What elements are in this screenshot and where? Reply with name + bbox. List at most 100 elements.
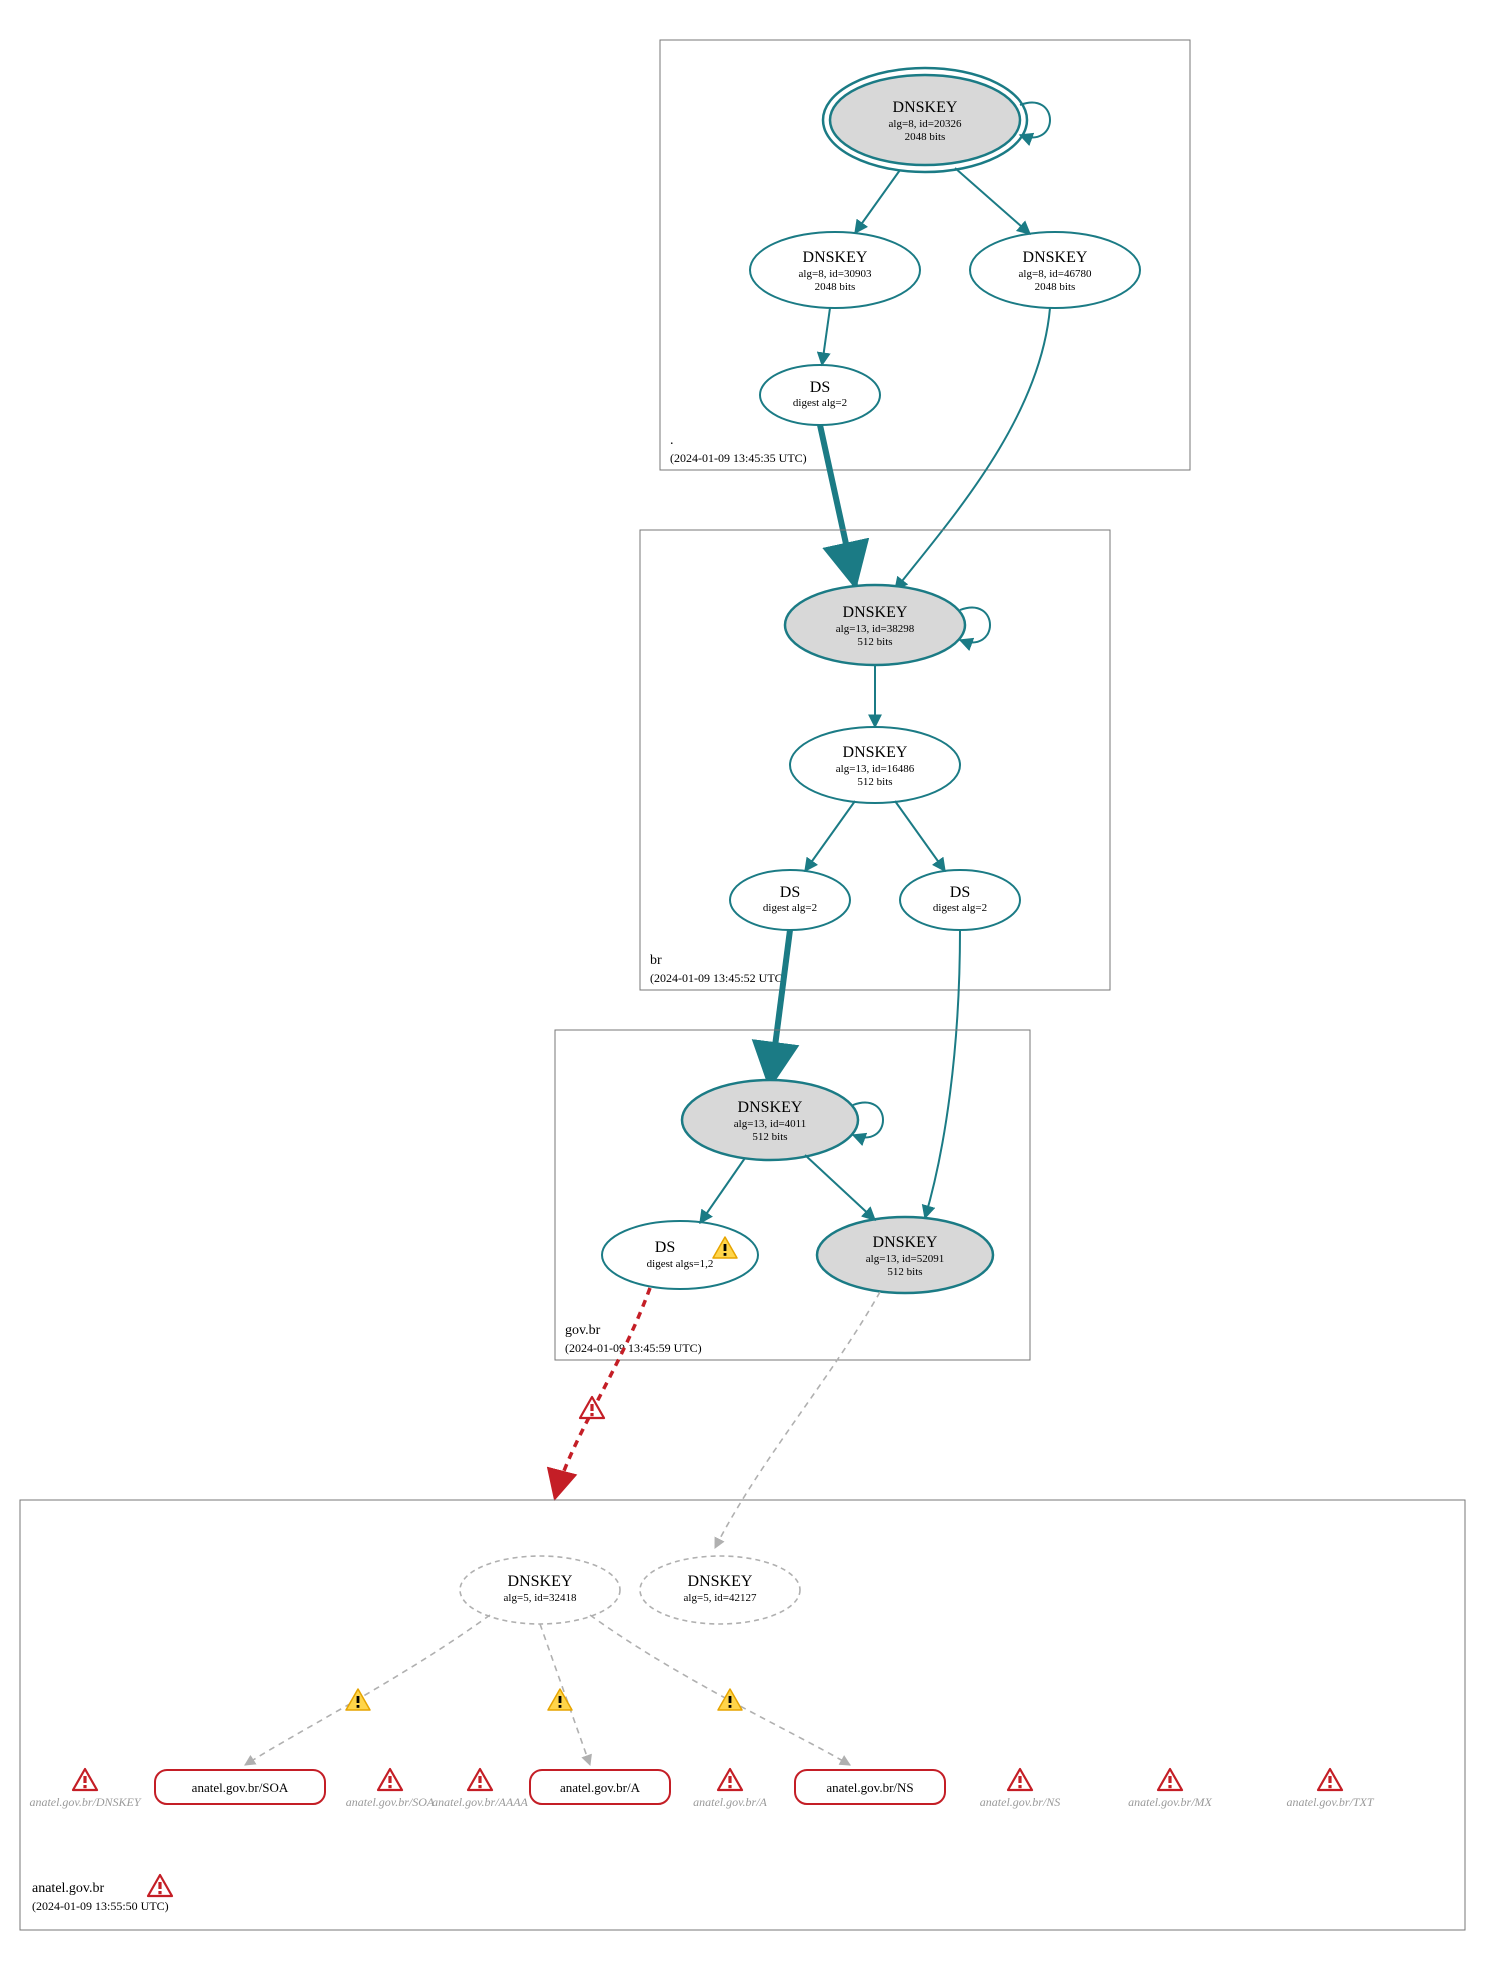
edge-zsk1-ds [822, 308, 830, 365]
zone-govbr: gov.br (2024-01-09 13:45:59 UTC) DNSKEY … [555, 1030, 1030, 1360]
svg-text:anatel.gov.br/DNSKEY: anatel.gov.br/DNSKEY [29, 1795, 141, 1809]
ghost-dnskey: anatel.gov.br/DNSKEY [29, 1769, 141, 1809]
svg-text:anatel.gov.br/SOA: anatel.gov.br/SOA [192, 1780, 289, 1795]
error-icon [468, 1769, 492, 1790]
svg-text:anatel.gov.br/MX: anatel.gov.br/MX [1128, 1795, 1212, 1809]
node-root-ds: DS digest alg=2 [760, 365, 880, 425]
edge-govkey2-anatelkey2 [715, 1292, 880, 1548]
svg-text:512 bits: 512 bits [752, 1131, 787, 1143]
svg-text:anatel.gov.br/AAAA: anatel.gov.br/AAAA [432, 1795, 528, 1809]
node-govbr-ds: DS digest algs=1,2 [602, 1221, 758, 1289]
error-icon [718, 1769, 742, 1790]
svg-text:alg=13, id=38298: alg=13, id=38298 [836, 623, 915, 635]
dnssec-graph: . (2024-01-09 13:45:35 UTC) DNSKEY alg=8… [0, 0, 1485, 1988]
edge-key1-ns [590, 1615, 850, 1765]
ghost-aaaa: anatel.gov.br/AAAA [432, 1769, 528, 1809]
svg-text:alg=8, id=46780: alg=8, id=46780 [1019, 268, 1092, 280]
error-icon [1008, 1769, 1032, 1790]
zone-br-name: br [650, 953, 662, 968]
node-govbr-key2: DNSKEY alg=13, id=52091 512 bits [817, 1217, 993, 1293]
svg-text:anatel.gov.br/A: anatel.gov.br/A [693, 1795, 767, 1809]
warning-icon [346, 1689, 370, 1710]
edge-key1-a [540, 1624, 590, 1765]
svg-text:512 bits: 512 bits [857, 776, 892, 788]
zone-root-name: . [670, 433, 674, 448]
node-br-ds1: DS digest alg=2 [730, 870, 850, 930]
edge-brzsk-ds2 [895, 801, 945, 871]
zone-anatel: anatel.gov.br (2024-01-09 13:55:50 UTC) … [20, 1500, 1465, 1930]
error-icon [580, 1397, 604, 1418]
svg-text:digest algs=1,2: digest algs=1,2 [647, 1258, 714, 1270]
svg-text:alg=13, id=16486: alg=13, id=16486 [836, 763, 915, 775]
zone-br-ts: (2024-01-09 13:45:52 UTC) [650, 971, 787, 985]
svg-text:DNSKEY: DNSKEY [508, 1573, 573, 1590]
edge-brds1-govksk [770, 930, 790, 1085]
error-icon [73, 1769, 97, 1790]
leaf-a: anatel.gov.br/A [530, 1770, 670, 1804]
svg-text:DNSKEY: DNSKEY [1023, 249, 1088, 266]
node-root-ksk: DNSKEY alg=8, id=20326 2048 bits [823, 68, 1027, 172]
edge-govksk-ds [700, 1158, 745, 1223]
zone-anatel-name: anatel.gov.br [32, 1881, 105, 1896]
svg-text:512 bits: 512 bits [857, 636, 892, 648]
node-br-ksk: DNSKEY alg=13, id=38298 512 bits [785, 585, 965, 665]
svg-text:DNSKEY: DNSKEY [843, 604, 908, 621]
svg-text:DNSKEY: DNSKEY [873, 1234, 938, 1251]
zone-govbr-ts: (2024-01-09 13:45:59 UTC) [565, 1341, 702, 1355]
node-br-ds2: DS digest alg=2 [900, 870, 1020, 930]
node-anatel-key1: DNSKEY alg=5, id=32418 [460, 1556, 620, 1624]
svg-text:alg=5, id=32418: alg=5, id=32418 [504, 1592, 577, 1604]
ghost-soa: anatel.gov.br/SOA [346, 1769, 435, 1809]
svg-text:2048 bits: 2048 bits [905, 131, 946, 143]
ghost-mx: anatel.gov.br/MX [1128, 1769, 1212, 1809]
svg-text:DNSKEY: DNSKEY [803, 249, 868, 266]
ghost-a: anatel.gov.br/A [693, 1769, 767, 1809]
error-icon [378, 1769, 402, 1790]
svg-text:anatel.gov.br/NS: anatel.gov.br/NS [826, 1780, 913, 1795]
edge-zsk2-brksk [895, 308, 1050, 590]
svg-text:DNSKEY: DNSKEY [893, 99, 958, 116]
leaf-soa: anatel.gov.br/SOA [155, 1770, 325, 1804]
svg-text:digest alg=2: digest alg=2 [793, 397, 847, 409]
svg-text:anatel.gov.br/TXT: anatel.gov.br/TXT [1286, 1795, 1374, 1809]
edge-govds-anatelkey1 [555, 1288, 650, 1498]
zone-br: br (2024-01-09 13:45:52 UTC) DNSKEY alg=… [640, 530, 1110, 990]
svg-text:anatel.gov.br/A: anatel.gov.br/A [560, 1780, 641, 1795]
node-govbr-ksk: DNSKEY alg=13, id=4011 512 bits [682, 1080, 858, 1160]
svg-text:alg=5, id=42127: alg=5, id=42127 [684, 1592, 757, 1604]
edge-brds2-govkey2 [925, 930, 960, 1218]
svg-text:anatel.gov.br/SOA: anatel.gov.br/SOA [346, 1795, 435, 1809]
error-icon [148, 1875, 172, 1896]
zone-root: . (2024-01-09 13:45:35 UTC) DNSKEY alg=8… [660, 40, 1190, 470]
edge-rootksk-zsk1 [855, 170, 900, 233]
node-anatel-key2: DNSKEY alg=5, id=42127 [640, 1556, 800, 1624]
node-root-zsk2: DNSKEY alg=8, id=46780 2048 bits [970, 232, 1140, 308]
svg-text:anatel.gov.br/NS: anatel.gov.br/NS [980, 1795, 1060, 1809]
leaf-ns: anatel.gov.br/NS [795, 1770, 945, 1804]
svg-text:DS: DS [950, 884, 970, 901]
ghost-ns: anatel.gov.br/NS [980, 1769, 1060, 1809]
zone-root-ts: (2024-01-09 13:45:35 UTC) [670, 451, 807, 465]
svg-text:DNSKEY: DNSKEY [688, 1573, 753, 1590]
svg-text:alg=13, id=52091: alg=13, id=52091 [866, 1253, 944, 1265]
svg-text:DS: DS [655, 1239, 675, 1256]
error-icon [1158, 1769, 1182, 1790]
svg-text:DNSKEY: DNSKEY [843, 744, 908, 761]
svg-text:DNSKEY: DNSKEY [738, 1099, 803, 1116]
svg-text:512 bits: 512 bits [887, 1266, 922, 1278]
error-icon [1318, 1769, 1342, 1790]
svg-text:DS: DS [810, 379, 830, 396]
node-br-zsk: DNSKEY alg=13, id=16486 512 bits [790, 727, 960, 803]
zone-govbr-name: gov.br [565, 1323, 601, 1338]
svg-text:DS: DS [780, 884, 800, 901]
svg-text:alg=13, id=4011: alg=13, id=4011 [734, 1118, 807, 1130]
edge-govksk-key2 [805, 1155, 875, 1220]
svg-text:digest alg=2: digest alg=2 [763, 902, 817, 914]
warning-icon [718, 1689, 742, 1710]
edge-rootds-brksk [820, 425, 855, 585]
svg-text:alg=8, id=30903: alg=8, id=30903 [799, 268, 872, 280]
ghost-txt: anatel.gov.br/TXT [1286, 1769, 1374, 1809]
svg-text:2048 bits: 2048 bits [815, 281, 856, 293]
svg-text:digest alg=2: digest alg=2 [933, 902, 987, 914]
edge-brzsk-ds1 [805, 801, 855, 871]
